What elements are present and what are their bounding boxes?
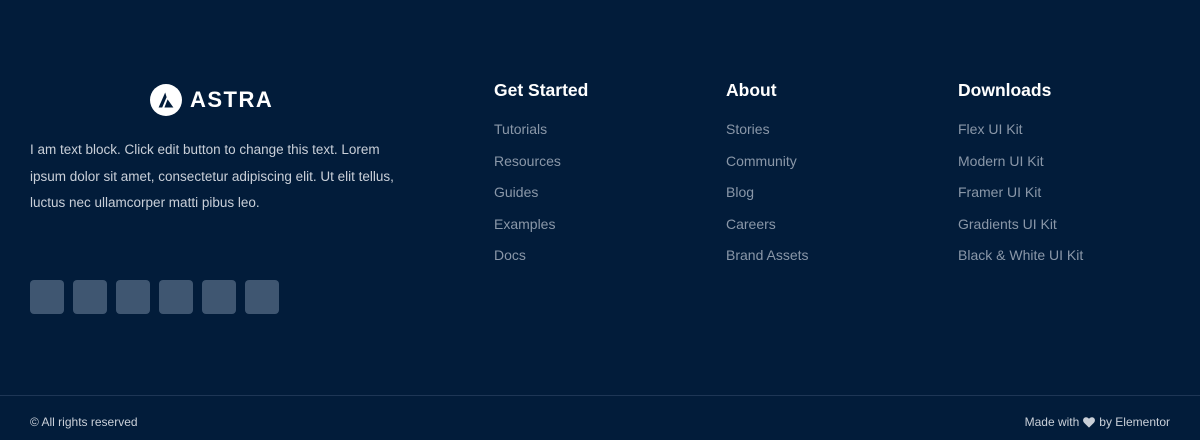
footer-column-downloads: Downloads Flex UI Kit Modern UI Kit Fram…: [958, 79, 1083, 278]
site-footer: ASTRA I am text block. Click edit button…: [0, 0, 1200, 440]
footer-column-get-started: Get Started Tutorials Resources Guides E…: [494, 79, 588, 278]
social-icon-6[interactable]: [245, 280, 279, 314]
footer-link-guides[interactable]: Guides: [494, 183, 588, 201]
link-list: Flex UI Kit Modern UI Kit Framer UI Kit …: [958, 120, 1083, 264]
column-title: Get Started: [494, 80, 589, 100]
credit-suffix: by Elementor: [1099, 415, 1170, 429]
footer-link-blog[interactable]: Blog: [726, 183, 809, 201]
footer-link-framer-ui-kit[interactable]: Framer UI Kit: [958, 183, 1083, 201]
footer-link-stories[interactable]: Stories: [726, 120, 809, 138]
footer-link-flex-ui-kit[interactable]: Flex UI Kit: [958, 120, 1083, 138]
footer-link-brand-assets[interactable]: Brand Assets: [726, 246, 809, 264]
link-list: Tutorials Resources Guides Examples Docs: [494, 120, 588, 264]
footer-link-community[interactable]: Community: [726, 152, 809, 170]
credit-prefix: Made with: [1024, 415, 1080, 429]
footer-link-tutorials[interactable]: Tutorials: [494, 120, 588, 138]
footer-link-black-white-ui-kit[interactable]: Black & White UI Kit: [958, 246, 1083, 264]
copyright-text: © All rights reserved: [30, 415, 138, 429]
social-links: [30, 280, 279, 314]
column-title: Downloads: [958, 80, 1052, 100]
footer-link-examples[interactable]: Examples: [494, 215, 588, 233]
social-icon-2[interactable]: [73, 280, 107, 314]
footer-divider: [0, 395, 1200, 396]
astra-logo-icon: [150, 84, 182, 116]
heart-icon: [1083, 416, 1096, 428]
social-icon-5[interactable]: [202, 280, 236, 314]
social-icon-4[interactable]: [159, 280, 193, 314]
footer-link-modern-ui-kit[interactable]: Modern UI Kit: [958, 152, 1083, 170]
social-icon-1[interactable]: [30, 280, 64, 314]
social-icon-3[interactable]: [116, 280, 150, 314]
column-title: About: [726, 80, 777, 100]
astra-logo-link[interactable]: ASTRA: [150, 84, 273, 116]
footer-link-resources[interactable]: Resources: [494, 152, 588, 170]
logo-text: ASTRA: [190, 87, 274, 112]
footer-link-docs[interactable]: Docs: [494, 246, 588, 264]
footer-link-careers[interactable]: Careers: [726, 215, 809, 233]
about-text: I am text block. Click edit button to ch…: [30, 142, 394, 210]
footer-column-about: About Stories Community Blog Careers Bra…: [726, 79, 809, 278]
link-list: Stories Community Blog Careers Brand Ass…: [726, 120, 809, 264]
credit-text: Made with by Elementor: [1025, 414, 1170, 430]
footer-link-gradients-ui-kit[interactable]: Gradients UI Kit: [958, 215, 1083, 233]
